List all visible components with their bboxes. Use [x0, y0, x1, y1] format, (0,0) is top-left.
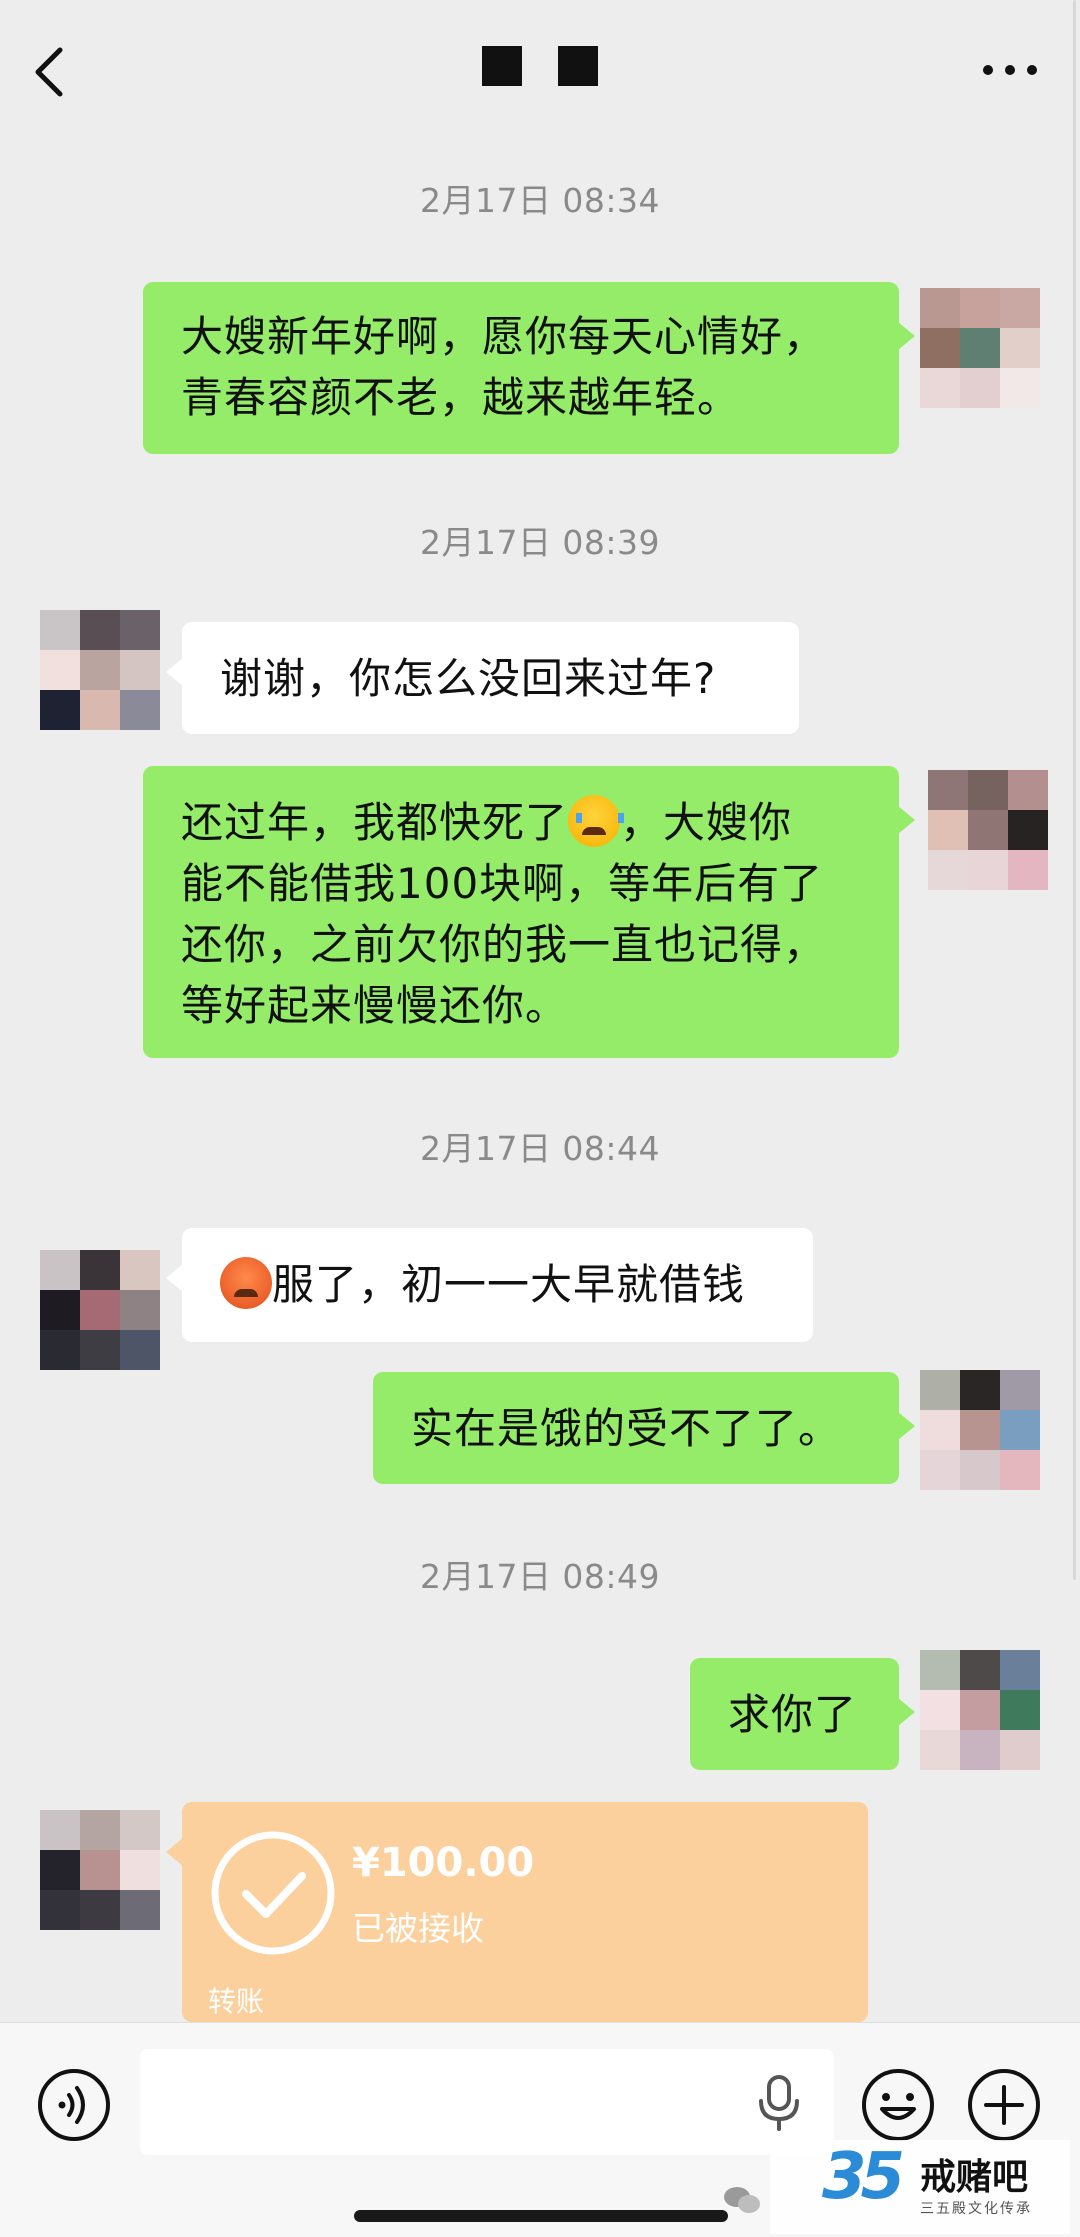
message-timestamp: 2月17日 08:39	[419, 523, 661, 562]
message-timestamp: 2月17日 08:49	[419, 1557, 661, 1596]
message-line: 等好起来慢慢还你。	[181, 981, 569, 1030]
message-text: 还过年，我都快死了	[181, 798, 569, 847]
more-dots-icon[interactable]	[980, 60, 1040, 80]
message-line: 实在是饿的受不了了。	[411, 1404, 842, 1453]
avatar-me[interactable]	[920, 1370, 1040, 1490]
message-bubble-sent[interactable]: 大嫂新年好啊，愿你每天心情好， 青春容颜不老，越来越年轻。	[143, 282, 915, 454]
chat-title: ■ ■	[0, 46, 1080, 90]
transfer-card[interactable]: ¥100.00 已被接收 转账	[166, 1802, 868, 2022]
avatar-contact[interactable]	[40, 1250, 160, 1370]
message-input[interactable]	[140, 2049, 834, 2155]
watermark-logo: 35 戒赌吧 三五殿文化传承	[724, 2140, 1070, 2234]
redacted-name-block	[558, 46, 598, 86]
watermark-name: 戒赌吧	[920, 2157, 1029, 2198]
transfer-status: 已被接收	[352, 1909, 484, 1948]
smiley-icon[interactable]	[860, 2067, 936, 2143]
home-indicator	[354, 2210, 728, 2222]
message-line: 青春容颜不老，越来越年轻。	[181, 373, 741, 422]
message-line: 能不能借我100块啊，等年后有了	[181, 859, 824, 908]
avatar-me[interactable]	[928, 770, 1048, 890]
frustrated-face-emoji-icon	[220, 1257, 272, 1309]
message-text: 服了，初一一大早就借钱	[272, 1260, 746, 1309]
check-circle-icon	[211, 1831, 335, 1955]
message-timestamp: 2月17日 08:44	[419, 1129, 661, 1168]
avatar-contact[interactable]	[40, 610, 160, 730]
message-line: 求你了	[728, 1690, 858, 1739]
message-line: 还过年，我都快死了 ，大嫂你	[181, 792, 861, 853]
chat-header: ■ ■	[0, 0, 1080, 150]
plus-icon[interactable]	[966, 2067, 1042, 2143]
avatar-me[interactable]	[920, 288, 1040, 408]
wechat-icon	[724, 2187, 760, 2213]
redacted-name-block	[482, 46, 522, 86]
microphone-icon[interactable]	[754, 2075, 804, 2131]
transfer-label: 转账	[208, 1985, 265, 2018]
message-bubble-sent[interactable]: 求你了	[690, 1658, 915, 1770]
message-line: 还你，之前欠你的我一直也记得，	[181, 920, 827, 969]
avatar-contact[interactable]	[40, 1810, 160, 1930]
message-timestamp: 2月17日 08:34	[419, 181, 661, 220]
watermark-number-text: 35	[822, 2140, 905, 2214]
transfer-amount: ¥100.00	[352, 1840, 535, 1886]
message-bubble-sent[interactable]: 实在是饿的受不了了。	[373, 1372, 915, 1484]
loudly-crying-emoji-icon	[568, 795, 625, 847]
scrollbar[interactable]	[1073, 0, 1076, 1580]
watermark-number: 35	[822, 2140, 905, 2214]
message-line: 谢谢，你怎么没回来过年?	[220, 654, 717, 703]
message-bubble-received[interactable]: 服了，初一一大早就借钱	[166, 1228, 813, 1342]
message-line: 大嫂新年好啊，愿你每天心情好，	[181, 312, 827, 361]
message-text: ，大嫂你	[620, 798, 793, 847]
watermark-subtitle: 三五殿文化传承	[920, 2201, 1032, 2217]
message-bubble-sent[interactable]: 还过年，我都快死了 ，大嫂你 能不能借我100块啊，等年后有了 还你，之前欠你的我…	[143, 766, 915, 1058]
voice-icon[interactable]	[36, 2067, 112, 2143]
message-bubble-received[interactable]: 谢谢，你怎么没回来过年?	[166, 622, 799, 734]
avatar-me[interactable]	[920, 1650, 1040, 1770]
